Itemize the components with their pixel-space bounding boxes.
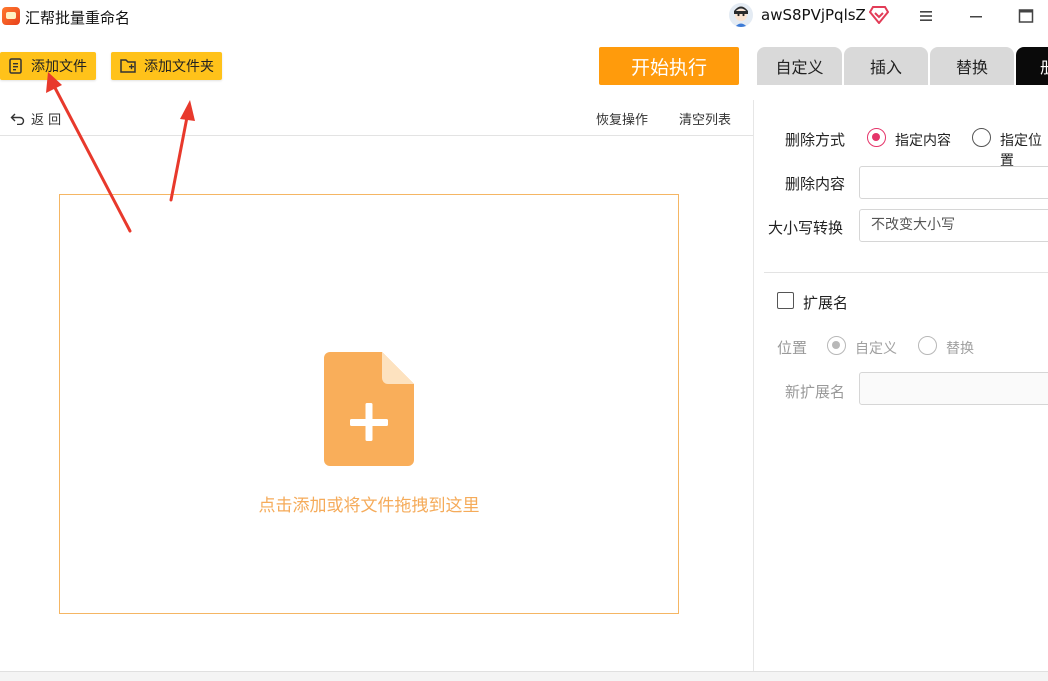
add-file-icon — [9, 57, 22, 74]
tab-custom[interactable]: 自定义 — [757, 47, 842, 85]
tab-insert[interactable]: 插入 — [844, 47, 928, 85]
delete-content-label: 删除内容 — [785, 175, 846, 193]
app-title: 汇帮批量重命名 — [25, 9, 131, 27]
delete-mode-label: 删除方式 — [785, 131, 846, 149]
tab-delete[interactable]: 册 — [1016, 47, 1048, 85]
avatar-icon — [729, 3, 753, 27]
start-button[interactable]: 开始执行 — [599, 47, 739, 85]
back-label: 返 回 — [31, 113, 62, 128]
maximize-icon[interactable] — [1014, 5, 1038, 27]
file-list-toolbar: 返 回 恢复操作 清空列表 — [0, 100, 753, 136]
app-logo-icon — [2, 7, 20, 25]
delete-settings-panel: 删除方式 指定内容 指定位置 删除内容 大小写转换 不改变大小写 扩展名 位置 … — [764, 110, 1048, 671]
add-folder-label: 添加文件夹 — [144, 59, 214, 75]
section-divider — [764, 272, 1048, 273]
add-folder-button[interactable]: 添加文件夹 — [111, 52, 222, 80]
restore-button[interactable]: 恢复操作 — [596, 109, 648, 128]
add-folder-icon — [120, 59, 136, 73]
radio-specified-position[interactable] — [972, 128, 991, 147]
position-label: 位置 — [777, 339, 808, 357]
new-extension-input[interactable] — [859, 372, 1048, 405]
panel-divider — [753, 100, 754, 671]
vip-diamond-icon[interactable] — [869, 6, 889, 24]
radio-ext-replace[interactable] — [918, 336, 937, 355]
add-file-button[interactable]: 添加文件 — [0, 52, 96, 80]
radio-specified-position-label[interactable]: 指定位置 — [1000, 130, 1048, 170]
add-file-label: 添加文件 — [31, 59, 87, 75]
extension-label[interactable]: 扩展名 — [803, 292, 848, 313]
tab-replace[interactable]: 替换 — [930, 47, 1014, 85]
radio-specified-content-label[interactable]: 指定内容 — [895, 130, 951, 150]
status-bar — [0, 671, 1048, 681]
title-bar: 汇帮批量重命名 awS8PVjPqlsZ — [0, 0, 1048, 34]
add-file-large-icon — [324, 352, 414, 466]
new-extension-label: 新扩展名 — [785, 383, 846, 401]
hamburger-menu-icon[interactable] — [914, 5, 938, 27]
minimize-icon[interactable] — [964, 5, 988, 27]
back-button[interactable]: 返 回 — [10, 109, 61, 128]
case-conversion-label: 大小写转换 — [768, 219, 844, 237]
case-conversion-select[interactable]: 不改变大小写 — [859, 209, 1048, 242]
delete-content-input[interactable] — [859, 166, 1048, 199]
username[interactable]: awS8PVjPqlsZ — [761, 6, 866, 24]
extension-checkbox[interactable] — [777, 292, 794, 309]
undo-arrow-icon — [10, 113, 25, 125]
drop-hint: 点击添加或将文件拖拽到这里 — [258, 496, 480, 516]
avatar[interactable] — [729, 3, 753, 27]
radio-ext-custom[interactable] — [827, 336, 846, 355]
clear-list-button[interactable]: 清空列表 — [679, 109, 731, 128]
radio-ext-replace-label[interactable]: 替换 — [946, 338, 974, 358]
file-drop-zone[interactable]: 点击添加或将文件拖拽到这里 — [59, 194, 679, 614]
radio-ext-custom-label[interactable]: 自定义 — [855, 338, 897, 358]
radio-specified-content[interactable] — [867, 128, 886, 147]
